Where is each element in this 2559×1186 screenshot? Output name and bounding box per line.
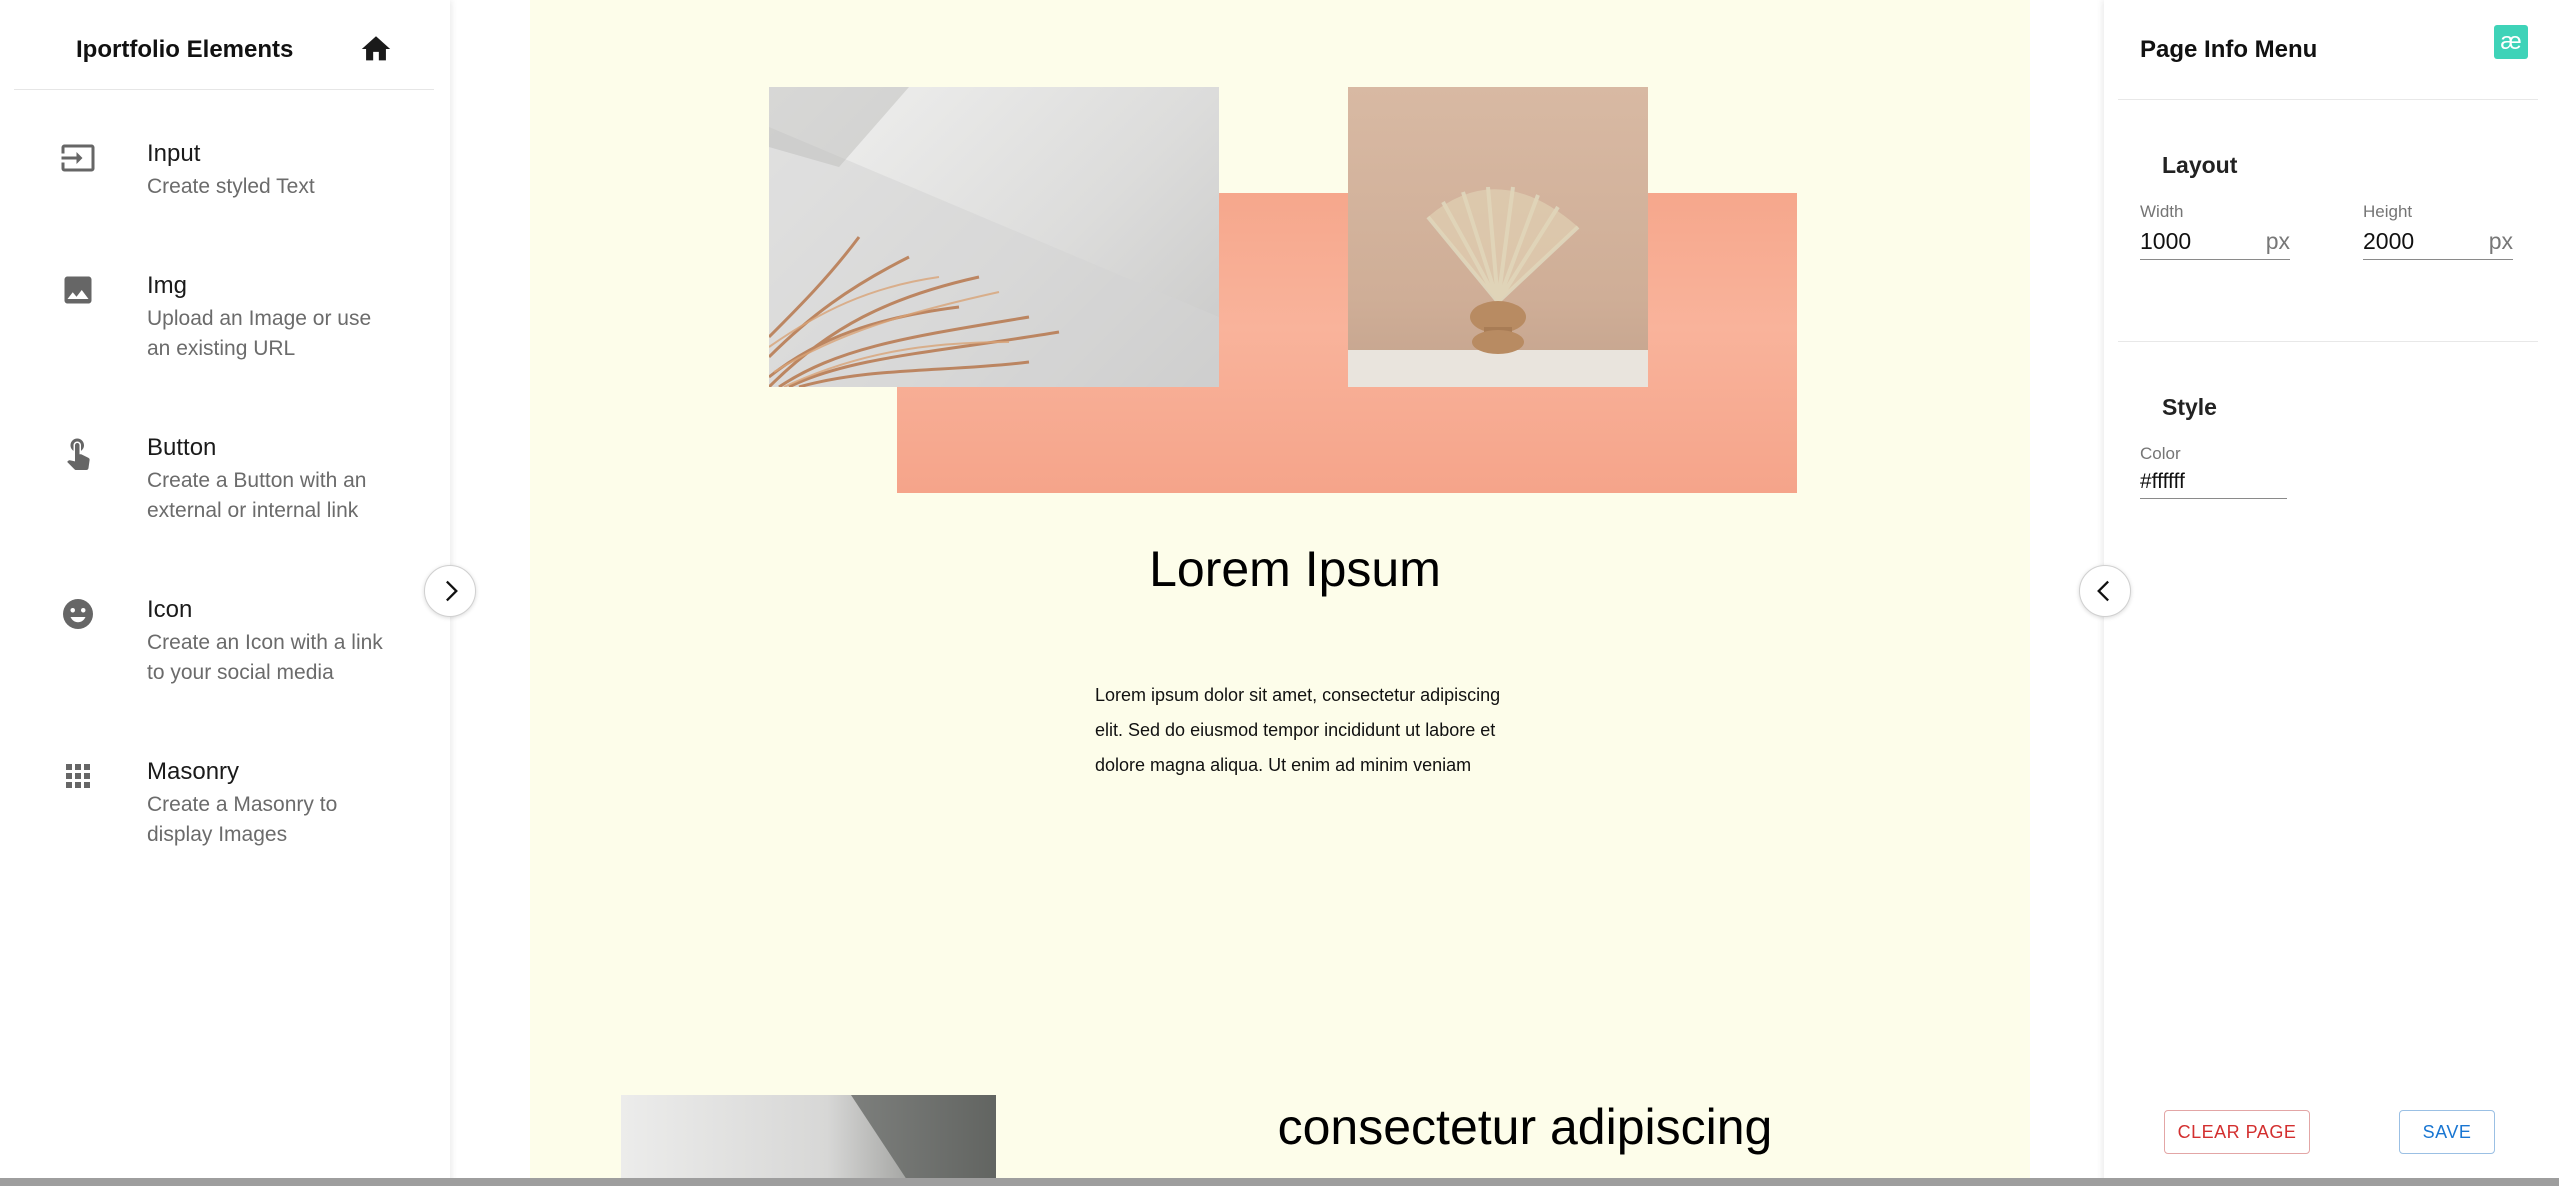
height-label: Height [2363, 202, 2413, 221]
height-field[interactable]: Height 2000 px [2363, 202, 2513, 260]
style-section-title: Style [2162, 394, 2217, 420]
divider [2118, 99, 2538, 100]
page-info-panel: Page Info Menu æ Layout Width 1000 px He… [2104, 0, 2559, 1186]
width-unit: px [2265, 228, 2290, 254]
canvas-heading-consectetur[interactable]: consectetur adipiscing [1225, 1098, 1825, 1156]
element-item-icon[interactable]: Icon Create an Icon with a link to your … [14, 596, 434, 746]
width-input-row[interactable]: 1000 px [2140, 228, 2290, 260]
element-item-title: Input [147, 140, 201, 167]
element-item-description: Create an Icon with a link to your socia… [147, 631, 383, 684]
palm-vase-photo [1348, 186, 1648, 387]
canvas-heading-lorem-ipsum[interactable]: Lorem Ipsum [530, 540, 2030, 598]
chevron-left-icon [2097, 580, 2109, 602]
element-item-button[interactable]: Button Create a Button with an external … [14, 434, 434, 584]
canvas-image-dried-grass[interactable] [769, 87, 1219, 387]
dried-grass-photo [769, 87, 1219, 387]
grid-icon [66, 764, 90, 788]
collapse-left-panel-button[interactable] [424, 565, 476, 617]
chevron-right-icon [446, 580, 458, 602]
element-item-description: Create a Button with an external or inte… [147, 469, 367, 522]
canvas-paragraph[interactable]: Lorem ipsum dolor sit amet, consectetur … [1095, 678, 1525, 783]
color-input[interactable]: #ffffff [2140, 470, 2185, 494]
input-icon [61, 144, 95, 172]
elements-sidebar: Iportfolio Elements Input Create styled … [0, 0, 450, 1186]
element-item-title: Button [147, 434, 217, 461]
canvas-image-palm-vase[interactable] [1348, 87, 1648, 387]
bottom-photo [851, 1095, 996, 1186]
sidebar-header: Iportfolio Elements [14, 0, 434, 90]
element-item-img[interactable]: Img Upload an Image or use an existing U… [14, 272, 434, 422]
color-label: Color [2140, 444, 2181, 463]
element-item-title: Img [147, 272, 188, 299]
collapse-right-panel-button[interactable] [2079, 565, 2131, 617]
width-input[interactable]: 1000 [2140, 228, 2191, 255]
height-unit: px [2488, 228, 2513, 254]
brand-logo: æ [2494, 25, 2528, 59]
home-icon[interactable] [359, 32, 393, 66]
color-input-row[interactable]: #ffffff [2140, 470, 2287, 499]
element-item-masonry[interactable]: Masonry Create a Masonry to display Imag… [14, 758, 434, 908]
canvas-image-bottom[interactable] [621, 1095, 996, 1186]
element-item-title: Icon [147, 596, 193, 623]
layout-section-title: Layout [2162, 152, 2238, 178]
element-item-description: Create styled Text [147, 175, 315, 198]
element-item-input[interactable]: Input Create styled Text [14, 140, 434, 290]
smiley-icon [63, 599, 93, 629]
color-field[interactable]: Color #ffffff [2140, 444, 2287, 499]
element-item-title: Masonry [147, 758, 240, 785]
width-label: Width [2140, 202, 2184, 221]
save-button[interactable]: SAVE [2399, 1110, 2495, 1154]
divider [2118, 341, 2538, 342]
element-item-description: Create a Masonry to display Images [147, 793, 338, 846]
sidebar-title: Iportfolio Elements [76, 36, 294, 63]
touch-icon [67, 438, 90, 470]
height-input-row[interactable]: 2000 px [2363, 228, 2513, 260]
height-input[interactable]: 2000 [2363, 228, 2414, 255]
horizontal-scrollbar[interactable] [0, 1178, 2559, 1186]
panel-title: Page Info Menu [2140, 36, 2318, 63]
element-item-description: Upload an Image or use an existing URL [147, 307, 372, 360]
image-icon [64, 276, 92, 304]
clear-page-button[interactable]: CLEAR PAGE [2164, 1110, 2310, 1154]
page-canvas[interactable]: Lorem Ipsum Lorem ipsum dolor sit amet, … [530, 0, 2030, 1186]
width-field[interactable]: Width 1000 px [2140, 202, 2290, 260]
